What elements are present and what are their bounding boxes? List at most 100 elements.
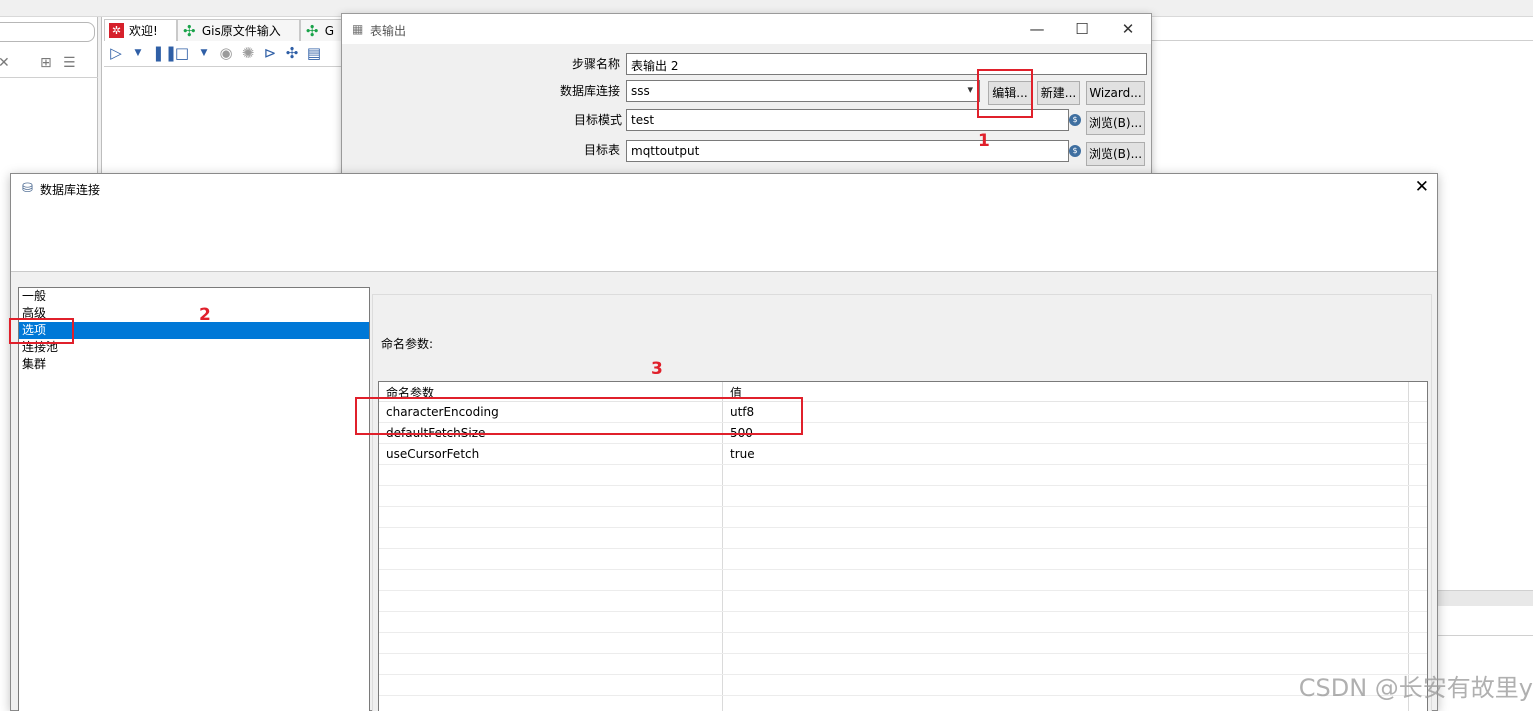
param-value-cell[interactable]: utf8 <box>723 402 1409 422</box>
browse-table-button[interactable]: 浏览(B)... <box>1086 142 1145 166</box>
empty-cell[interactable] <box>379 591 723 611</box>
tab-welcome[interactable]: ✲ 欢迎! <box>104 19 177 41</box>
nav-item-general[interactable]: 一般 <box>19 288 369 305</box>
dialog-titlebar: ⛁ 数据库连接 ✕ <box>11 174 1437 272</box>
search-input[interactable] <box>0 22 95 42</box>
list-icon[interactable]: ☰ <box>63 55 76 71</box>
empty-cell[interactable] <box>379 507 723 527</box>
dialog-title: 表输出 <box>370 24 407 38</box>
replay-icon[interactable]: ⊳ <box>262 44 278 62</box>
divider <box>104 66 344 67</box>
empty-cell[interactable] <box>379 486 723 506</box>
target-schema-label: 目标模式 <box>573 113 622 127</box>
empty-cell[interactable] <box>379 633 723 653</box>
annotation-box-1 <box>977 69 1033 118</box>
column-header-value[interactable]: 值 <box>723 382 1409 401</box>
analyze-icon[interactable]: ▤ <box>306 44 322 62</box>
empty-cell[interactable] <box>723 591 1409 611</box>
table-row[interactable] <box>379 486 1427 507</box>
close-icon[interactable]: ✕ <box>1415 177 1429 197</box>
table-row[interactable]: useCursorFetch true <box>379 444 1427 465</box>
annotation-box-2 <box>9 318 74 344</box>
empty-cell[interactable] <box>379 549 723 569</box>
tab-label: Gis原文件输入 <box>201 24 281 38</box>
maximize-icon[interactable]: ☐ <box>1067 18 1097 40</box>
empty-cell[interactable] <box>723 570 1409 590</box>
empty-cell[interactable] <box>379 465 723 485</box>
spoon-red-icon: ✲ <box>109 23 124 38</box>
tab-bar: ✲ 欢迎! ✣ Gis原文件输入 ✣ G <box>104 19 354 41</box>
empty-cell[interactable] <box>379 696 723 711</box>
divider <box>1152 40 1533 41</box>
minimize-icon[interactable]: — <box>1022 18 1052 40</box>
run-icon[interactable]: ▷ <box>108 44 124 62</box>
named-params-label: 命名参数: <box>381 337 434 351</box>
param-name-cell[interactable]: useCursorFetch <box>379 444 723 464</box>
target-table-label: 目标表 <box>583 143 620 157</box>
empty-cell[interactable] <box>379 675 723 695</box>
empty-cell[interactable] <box>723 465 1409 485</box>
db-connection-select[interactable]: sss ▾ <box>626 80 980 102</box>
empty-cell[interactable] <box>723 549 1409 569</box>
close-icon[interactable]: ✕ <box>0 55 10 71</box>
bottom-panel-header <box>1437 590 1533 606</box>
table-row[interactable] <box>379 570 1427 591</box>
table-row[interactable] <box>379 465 1427 486</box>
step-name-field[interactable]: 表输出 2 <box>626 53 1147 75</box>
preview-icon[interactable]: ◉ <box>218 44 234 62</box>
target-table-field[interactable]: mqttoutput <box>626 140 1069 162</box>
param-value-cell[interactable]: 500 <box>723 423 1409 443</box>
table-row[interactable] <box>379 654 1427 675</box>
empty-cell[interactable] <box>723 507 1409 527</box>
annotation-box-3 <box>355 397 803 435</box>
dropdown-icon[interactable]: ▼ <box>196 44 212 62</box>
empty-cell[interactable] <box>723 633 1409 653</box>
bottom-panel <box>1437 606 1533 636</box>
empty-cell[interactable] <box>379 528 723 548</box>
browse-schema-button[interactable]: 浏览(B)... <box>1086 111 1145 135</box>
table-row[interactable] <box>379 675 1427 696</box>
settings-nav: 一般 高级 选项 连接池 集群 <box>18 287 370 711</box>
param-value-cell[interactable]: true <box>723 444 1409 464</box>
annotation-number-3: 3 <box>651 359 663 379</box>
empty-cell[interactable] <box>723 486 1409 506</box>
pause-icon[interactable]: ❚❚ <box>152 44 177 62</box>
dropdown-icon[interactable]: ▼ <box>130 44 146 62</box>
close-icon[interactable]: ✕ <box>1113 18 1143 40</box>
table-row[interactable] <box>379 591 1427 612</box>
annotation-number-1: 1 <box>978 131 990 151</box>
table-row[interactable] <box>379 528 1427 549</box>
dialog-titlebar: ▦ 表输出 — ☐ ✕ <box>342 14 1151 44</box>
chevron-down-icon: ▾ <box>967 83 973 96</box>
stop-icon[interactable]: □ <box>174 44 190 62</box>
empty-cell[interactable] <box>723 612 1409 632</box>
options-panel: 命名参数: 命名参数 值 characterEncoding utf8 defaul… <box>372 294 1432 711</box>
table-row[interactable] <box>379 549 1427 570</box>
tab-label: 欢迎! <box>129 24 158 38</box>
empty-cell[interactable] <box>379 570 723 590</box>
wizard-button[interactable]: Wizard... <box>1086 81 1145 105</box>
verify-icon[interactable]: ✣ <box>284 44 300 62</box>
empty-cell[interactable] <box>379 654 723 674</box>
variable-icon[interactable]: $ <box>1069 145 1081 157</box>
transformation-icon: ✣ <box>305 21 319 40</box>
empty-cell[interactable] <box>723 528 1409 548</box>
table-row[interactable] <box>379 507 1427 528</box>
db-connection-value: sss <box>631 84 650 98</box>
table-row[interactable] <box>379 612 1427 633</box>
nav-item-cluster[interactable]: 集群 <box>19 356 369 373</box>
transformation-icon: ✣ <box>183 21 196 40</box>
debug-icon[interactable]: ✺ <box>240 44 256 62</box>
run-toolbar: ▷ ▼ ❚❚ □ ▼ ◉ ✺ ⊳ ✣ ▤ <box>108 44 322 62</box>
step-name-label: 步骤名称 <box>571 57 620 71</box>
table-row[interactable] <box>379 633 1427 654</box>
watermark: CSDN @长安有故里y <box>1298 674 1533 702</box>
new-button[interactable]: 新建... <box>1037 81 1080 105</box>
db-connection-dialog: ⛁ 数据库连接 ✕ 一般 高级 选项 连接池 集群 命名参数: 命名参数 值 c… <box>10 173 1438 711</box>
tab-gis-input[interactable]: ✣ Gis原文件输入 <box>176 19 300 41</box>
db-connection-label: 数据库连接 <box>559 84 620 98</box>
tree-icon[interactable]: ⊞ <box>40 55 52 71</box>
variable-icon[interactable]: $ <box>1069 114 1081 126</box>
empty-cell[interactable] <box>379 612 723 632</box>
table-row[interactable] <box>379 696 1427 711</box>
